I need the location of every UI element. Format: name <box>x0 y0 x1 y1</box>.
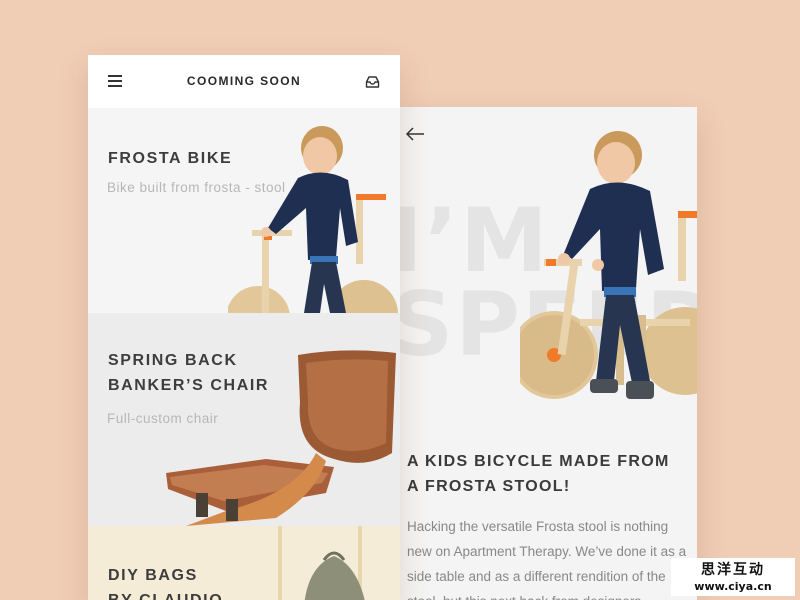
list-screen: FROSTA BIKE Bike built from frosta - sto… <box>88 55 400 600</box>
kid-on-bike-image <box>520 131 697 399</box>
list-card-frosta-bike[interactable]: FROSTA BIKE Bike built from frosta - sto… <box>88 108 400 313</box>
inbox-icon <box>365 76 380 88</box>
card-subtitle: Bike built from frosta - stool <box>107 180 286 195</box>
top-bar: COOMING SOON <box>88 55 400 108</box>
list-card-diy-bags[interactable]: DIY BAGS BY CLAUDIO <box>88 526 400 600</box>
article-headline: A KIDS BICYCLE MADE FROM A FROSTA STOOL! <box>407 453 670 495</box>
card-title: DIY BAGS BY CLAUDIO <box>108 567 222 600</box>
card-title: FROSTA BIKE <box>108 150 233 167</box>
watermark-text: 思洋互动 <box>701 562 765 578</box>
page-title: COOMING SOON <box>186 74 302 88</box>
article-body: Hacking the versatile Frosta stool is no… <box>407 519 687 600</box>
card-subtitle: Full-custom chair <box>107 411 219 426</box>
watermark-url: www.ciya.cn <box>694 580 772 593</box>
detail-screen: I’M SPEED A KIDS BICYCLE MADE FROM A FRO… <box>400 107 697 600</box>
card-title: SPRING BACK BANKER’S CHAIR <box>108 352 270 394</box>
watermark: 思洋互动 www.ciya.cn <box>671 558 795 596</box>
list-card-banker-chair[interactable]: SPRING BACK BANKER’S CHAIR Full-custom c… <box>88 313 400 526</box>
back-button[interactable] <box>404 125 426 143</box>
inbox-button[interactable] <box>365 74 380 88</box>
arrow-left-icon <box>405 127 424 141</box>
